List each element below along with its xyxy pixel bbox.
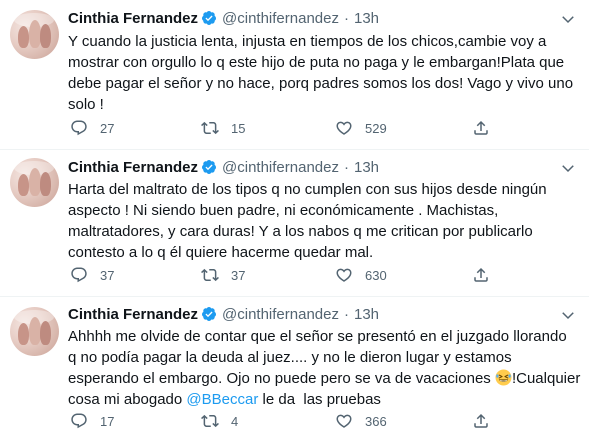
mention-link[interactable]: @BBeccar — [186, 391, 258, 408]
tweet-text-line: q no podía pagar la deuda al juez.... y … — [68, 349, 512, 366]
reply-count: 37 — [100, 267, 115, 283]
tweet-header: Cinthia Fernandez @cinthifernandez · 13h — [68, 304, 379, 324]
tweet-text-line: cosa mi abogado @BBeccar le da las prueb… — [68, 389, 578, 410]
share-button[interactable] — [472, 411, 490, 431]
verified-badge-icon — [202, 307, 217, 321]
heart-icon — [336, 268, 352, 282]
like-count: 366 — [365, 413, 387, 429]
avatar[interactable] — [10, 158, 59, 207]
avatar[interactable] — [10, 10, 59, 59]
tweet-text-segment: !Cualquier — [511, 370, 581, 387]
reply-icon — [71, 267, 87, 283]
share-icon — [474, 413, 488, 428]
tweet-text-line: Ahhhh me olvide de contar que el señor s… — [68, 328, 567, 345]
tweet-text-line: esperando el embargo. Ojo no puede pero … — [68, 368, 581, 389]
author-name[interactable]: Cinthia Fernandez — [68, 159, 198, 176]
tweet-text: Ahhhh me olvide de contar que el señor s… — [68, 326, 581, 410]
tweet[interactable]: Cinthia Fernandez @cinthifernandez · 13h… — [0, 297, 589, 440]
timestamp[interactable]: 13h — [354, 159, 379, 176]
tweet-actions: 27 15 529 — [68, 118, 578, 138]
like-count: 630 — [365, 267, 387, 283]
tweet[interactable]: Cinthia Fernandez @cinthifernandez · 13h… — [0, 150, 589, 297]
separator-dot: · — [343, 9, 349, 27]
reply-icon — [71, 120, 87, 136]
verified-badge-icon — [202, 11, 217, 25]
share-icon — [474, 120, 488, 135]
tweet-text-line: Harta del maltrato de los tipos q no cum… — [68, 181, 547, 198]
retweet-button[interactable]: 37 — [201, 265, 245, 285]
chevron-down-icon[interactable] — [559, 159, 577, 177]
share-button[interactable] — [472, 265, 490, 285]
tweet-text-line: solo ! — [68, 96, 104, 113]
retweet-icon — [201, 268, 219, 282]
chevron-down-icon[interactable] — [559, 10, 577, 28]
author-handle[interactable]: @cinthifernandez — [222, 159, 339, 176]
tweet-text-segment: le da las pruebas — [258, 391, 381, 408]
tweet-actions: 37 37 630 — [68, 265, 578, 285]
separator-dot: · — [343, 305, 349, 323]
retweet-button[interactable]: 15 — [201, 118, 245, 138]
tweet-actions: 17 4 366 — [68, 411, 578, 431]
retweet-count: 15 — [231, 120, 246, 136]
tweet-header: Cinthia Fernandez @cinthifernandez · 13h — [68, 8, 379, 28]
like-button[interactable]: 366 — [335, 411, 387, 431]
heart-icon — [336, 121, 352, 135]
reply-count: 17 — [100, 413, 115, 429]
share-icon — [474, 267, 488, 282]
like-count: 529 — [365, 120, 387, 136]
reply-icon — [71, 413, 87, 429]
retweet-count: 37 — [231, 267, 246, 283]
tweet-feed: Cinthia Fernandez @cinthifernandez · 13h… — [0, 0, 589, 440]
retweet-button[interactable]: 4 — [201, 411, 238, 431]
rolling-on-floor-laughing-emoji-icon — [495, 369, 512, 386]
retweet-icon — [201, 121, 219, 135]
author-handle[interactable]: @cinthifernandez — [222, 10, 339, 27]
tweet-text-line: contesto a lo q él quiere hacerme quedar… — [68, 244, 374, 261]
author-name[interactable]: Cinthia Fernandez — [68, 10, 198, 27]
tweet-text-line: Y cuando la justicia lenta, injusta en t… — [68, 33, 547, 50]
tweet-text: Harta del maltrato de los tipos q no cum… — [68, 179, 578, 263]
verified-badge-icon — [202, 160, 217, 174]
retweet-count: 4 — [231, 413, 239, 429]
tweet-text: Y cuando la justicia lenta, injusta en t… — [68, 31, 578, 115]
reply-button[interactable]: 27 — [70, 118, 114, 138]
tweet-header: Cinthia Fernandez @cinthifernandez · 13h — [68, 157, 379, 177]
tweet-text-line: aspecto ! Ni siendo buen padre, ni econó… — [68, 202, 499, 219]
heart-icon — [336, 414, 352, 428]
share-button[interactable] — [472, 118, 490, 138]
tweet-text-line: maltratadores, y cara duras! Y a los nab… — [68, 223, 533, 240]
avatar[interactable] — [10, 307, 59, 356]
timestamp[interactable]: 13h — [354, 10, 379, 27]
like-button[interactable]: 630 — [335, 265, 387, 285]
tweet-text-segment: esperando el embargo. Ojo no puede pero … — [68, 370, 491, 387]
tweet[interactable]: Cinthia Fernandez @cinthifernandez · 13h… — [0, 0, 589, 150]
chevron-down-icon[interactable] — [559, 306, 577, 324]
tweet-text-line: mostrar con orgullo lo q este hijo de pu… — [68, 54, 565, 71]
reply-button[interactable]: 17 — [70, 411, 114, 431]
author-name[interactable]: Cinthia Fernandez — [68, 306, 198, 323]
tweet-text-line: debe pagar el señor y no hace, porq padr… — [68, 75, 574, 92]
like-button[interactable]: 529 — [335, 118, 387, 138]
tweet-text-segment: cosa mi abogado — [68, 391, 187, 408]
reply-button[interactable]: 37 — [70, 265, 114, 285]
reply-count: 27 — [100, 120, 115, 136]
timestamp[interactable]: 13h — [354, 306, 379, 323]
author-handle[interactable]: @cinthifernandez — [222, 306, 339, 323]
retweet-icon — [201, 414, 219, 428]
separator-dot: · — [343, 158, 349, 176]
